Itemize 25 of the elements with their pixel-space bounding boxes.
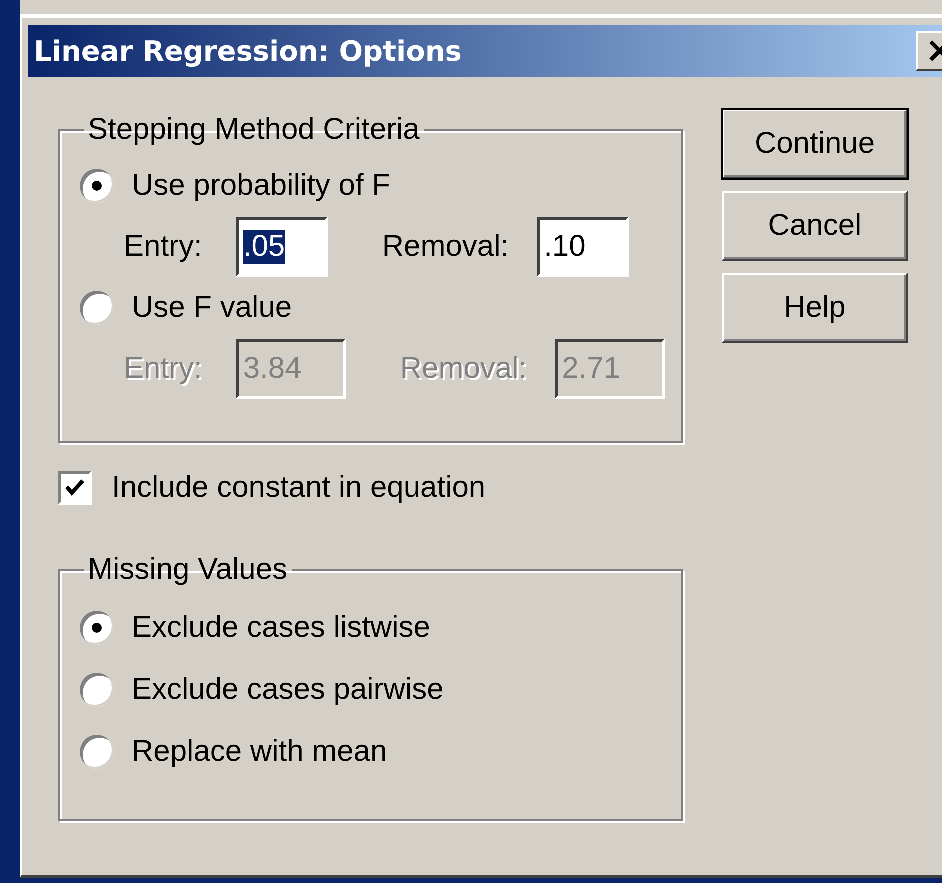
check-icon xyxy=(64,478,86,498)
window-title: Linear Regression: Options xyxy=(34,34,462,68)
field-label: Entry: xyxy=(124,230,202,264)
radio-button[interactable] xyxy=(80,673,114,707)
checkbox-label: Include constant in equation xyxy=(112,471,486,505)
field-label: Removal: xyxy=(382,230,510,264)
radio-button[interactable] xyxy=(80,735,114,769)
dialog-button[interactable]: Continue xyxy=(722,109,908,179)
input-field[interactable]: .05 xyxy=(236,217,328,277)
dialog-button[interactable]: Help xyxy=(722,273,908,343)
radio-label: Replace with mean xyxy=(132,735,388,769)
field-label: Removal: xyxy=(400,352,528,386)
radio-label: Use F value xyxy=(132,291,292,325)
input-field[interactable]: .10 xyxy=(537,217,630,277)
radio-label: Exclude cases pairwise xyxy=(132,673,444,707)
radio-button[interactable] xyxy=(80,291,114,325)
field-label: Entry: xyxy=(124,352,202,386)
radio-button[interactable] xyxy=(80,611,114,645)
checkbox[interactable] xyxy=(58,471,92,505)
dialog-button[interactable]: Cancel xyxy=(722,191,908,261)
group-title: Missing Values xyxy=(87,553,289,587)
group-title: Stepping Method Criteria xyxy=(87,113,421,147)
radio-label: Exclude cases listwise xyxy=(132,611,430,645)
radio-label: Use probability of F xyxy=(132,169,390,203)
radio-button[interactable] xyxy=(80,169,114,203)
